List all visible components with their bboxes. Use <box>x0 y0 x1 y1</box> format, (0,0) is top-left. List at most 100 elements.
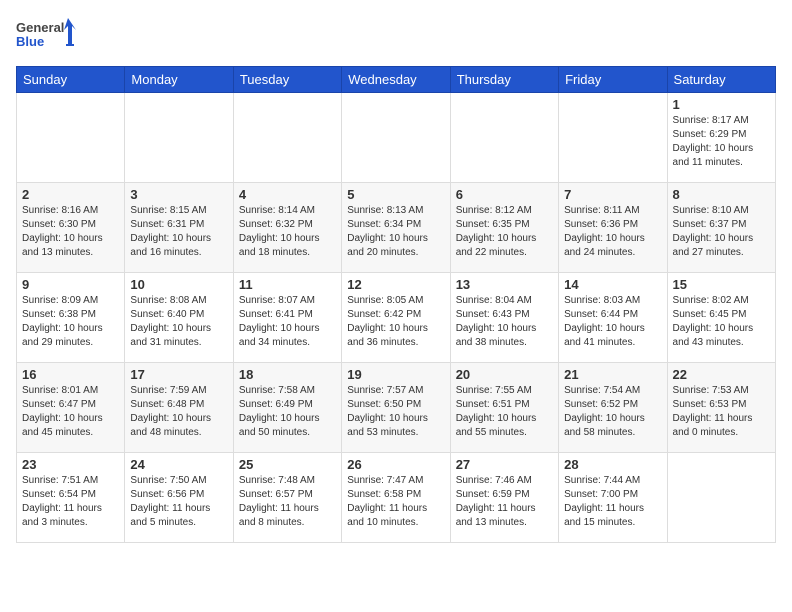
day-info: Sunrise: 7:48 AM Sunset: 6:57 PM Dayligh… <box>239 474 336 530</box>
day-info: Sunrise: 7:47 AM Sunset: 6:58 PM Dayligh… <box>347 474 444 530</box>
calendar-cell <box>17 93 125 183</box>
day-info: Sunrise: 8:17 AM Sunset: 6:29 PM Dayligh… <box>673 114 770 170</box>
calendar-cell: 3Sunrise: 8:15 AM Sunset: 6:31 PM Daylig… <box>125 183 233 273</box>
day-info: Sunrise: 8:14 AM Sunset: 6:32 PM Dayligh… <box>239 204 336 260</box>
day-number: 7 <box>564 187 661 202</box>
calendar-cell: 25 Sunrise: 7:48 AM Sunset: 6:57 PM Dayli… <box>233 453 341 543</box>
day-number: 27 <box>456 457 553 472</box>
day-number: 2 <box>22 187 119 202</box>
day-number: 14 <box>564 277 661 292</box>
day-header-wednesday: Wednesday <box>342 67 450 93</box>
day-info: Sunrise: 7:44 AM Sunset: 7:00 PM Dayligh… <box>564 474 661 530</box>
day-info: Sunrise: 8:07 AM Sunset: 6:41 PM Dayligh… <box>239 294 336 350</box>
day-info: Sunrise: 7:46 AM Sunset: 6:59 PM Dayligh… <box>456 474 553 530</box>
day-number: 1 <box>673 97 770 112</box>
day-info: Sunrise: 8:16 AM Sunset: 6:30 PM Dayligh… <box>22 204 119 260</box>
day-number: 17 <box>130 367 227 382</box>
calendar-cell: 28 Sunrise: 7:44 AM Sunset: 7:00 PM Dayli… <box>559 453 667 543</box>
calendar-cell: 7 Sunrise: 8:11 AM Sunset: 6:36 PM Daylig… <box>559 183 667 273</box>
day-info: Sunrise: 8:03 AM Sunset: 6:44 PM Dayligh… <box>564 294 661 350</box>
day-header-tuesday: Tuesday <box>233 67 341 93</box>
day-number: 22 <box>673 367 770 382</box>
day-info: Sunrise: 8:11 AM Sunset: 6:36 PM Dayligh… <box>564 204 661 260</box>
day-info: Sunrise: 8:01 AM Sunset: 6:47 PM Dayligh… <box>22 384 119 440</box>
day-number: 5 <box>347 187 444 202</box>
calendar-cell: 8Sunrise: 8:10 AM Sunset: 6:37 PM Daylig… <box>667 183 775 273</box>
logo: General Blue <box>16 16 76 58</box>
day-number: 26 <box>347 457 444 472</box>
calendar-week-row: 23 Sunrise: 7:51 AM Sunset: 6:54 PM Dayli… <box>17 453 776 543</box>
calendar-header-row: SundayMondayTuesdayWednesdayThursdayFrid… <box>17 67 776 93</box>
calendar-cell: 6 Sunrise: 8:12 AM Sunset: 6:35 PM Daylig… <box>450 183 558 273</box>
day-header-monday: Monday <box>125 67 233 93</box>
day-number: 25 <box>239 457 336 472</box>
day-info: Sunrise: 8:13 AM Sunset: 6:34 PM Dayligh… <box>347 204 444 260</box>
calendar-cell: 19 Sunrise: 7:57 AM Sunset: 6:50 PM Dayli… <box>342 363 450 453</box>
calendar-cell <box>125 93 233 183</box>
calendar-cell: 4Sunrise: 8:14 AM Sunset: 6:32 PM Daylig… <box>233 183 341 273</box>
day-info: Sunrise: 7:55 AM Sunset: 6:51 PM Dayligh… <box>456 384 553 440</box>
day-number: 28 <box>564 457 661 472</box>
day-header-saturday: Saturday <box>667 67 775 93</box>
calendar-cell: 26 Sunrise: 7:47 AM Sunset: 6:58 PM Dayli… <box>342 453 450 543</box>
day-number: 13 <box>456 277 553 292</box>
calendar-cell <box>450 93 558 183</box>
calendar-cell <box>233 93 341 183</box>
calendar-cell: 21 Sunrise: 7:54 AM Sunset: 6:52 PM Dayli… <box>559 363 667 453</box>
day-info: Sunrise: 7:54 AM Sunset: 6:52 PM Dayligh… <box>564 384 661 440</box>
day-info: Sunrise: 7:51 AM Sunset: 6:54 PM Dayligh… <box>22 474 119 530</box>
day-number: 12 <box>347 277 444 292</box>
calendar-cell: 24 Sunrise: 7:50 AM Sunset: 6:56 PM Dayli… <box>125 453 233 543</box>
day-number: 10 <box>130 277 227 292</box>
day-info: Sunrise: 8:02 AM Sunset: 6:45 PM Dayligh… <box>673 294 770 350</box>
calendar-week-row: 2 Sunrise: 8:16 AM Sunset: 6:30 PM Daylig… <box>17 183 776 273</box>
day-info: Sunrise: 8:08 AM Sunset: 6:40 PM Dayligh… <box>130 294 227 350</box>
calendar-cell: 9 Sunrise: 8:09 AM Sunset: 6:38 PM Daylig… <box>17 273 125 363</box>
day-number: 24 <box>130 457 227 472</box>
calendar-cell <box>559 93 667 183</box>
calendar-week-row: 1 Sunrise: 8:17 AM Sunset: 6:29 PM Daylig… <box>17 93 776 183</box>
calendar-cell: 23 Sunrise: 7:51 AM Sunset: 6:54 PM Dayli… <box>17 453 125 543</box>
calendar-cell: 18 Sunrise: 7:58 AM Sunset: 6:49 PM Dayli… <box>233 363 341 453</box>
day-number: 6 <box>456 187 553 202</box>
svg-text:Blue: Blue <box>16 34 44 49</box>
calendar-cell: 20Sunrise: 7:55 AM Sunset: 6:51 PM Dayli… <box>450 363 558 453</box>
day-info: Sunrise: 7:57 AM Sunset: 6:50 PM Dayligh… <box>347 384 444 440</box>
day-number: 21 <box>564 367 661 382</box>
day-info: Sunrise: 7:59 AM Sunset: 6:48 PM Dayligh… <box>130 384 227 440</box>
calendar-week-row: 9 Sunrise: 8:09 AM Sunset: 6:38 PM Daylig… <box>17 273 776 363</box>
day-number: 18 <box>239 367 336 382</box>
day-info: Sunrise: 7:50 AM Sunset: 6:56 PM Dayligh… <box>130 474 227 530</box>
day-info: Sunrise: 8:12 AM Sunset: 6:35 PM Dayligh… <box>456 204 553 260</box>
logo-icon: General Blue <box>16 16 76 58</box>
day-header-sunday: Sunday <box>17 67 125 93</box>
day-number: 16 <box>22 367 119 382</box>
calendar-cell: 5 Sunrise: 8:13 AM Sunset: 6:34 PM Daylig… <box>342 183 450 273</box>
calendar-cell: 14 Sunrise: 8:03 AM Sunset: 6:44 PM Dayli… <box>559 273 667 363</box>
day-header-thursday: Thursday <box>450 67 558 93</box>
page-header: General Blue <box>16 16 776 58</box>
day-info: Sunrise: 7:53 AM Sunset: 6:53 PM Dayligh… <box>673 384 770 440</box>
calendar-cell: 11 Sunrise: 8:07 AM Sunset: 6:41 PM Dayli… <box>233 273 341 363</box>
calendar-cell: 12 Sunrise: 8:05 AM Sunset: 6:42 PM Dayli… <box>342 273 450 363</box>
calendar-cell: 17 Sunrise: 7:59 AM Sunset: 6:48 PM Dayli… <box>125 363 233 453</box>
calendar-cell: 22 Sunrise: 7:53 AM Sunset: 6:53 PM Dayli… <box>667 363 775 453</box>
calendar-cell: 13Sunrise: 8:04 AM Sunset: 6:43 PM Dayli… <box>450 273 558 363</box>
calendar-table: SundayMondayTuesdayWednesdayThursdayFrid… <box>16 66 776 543</box>
calendar-cell: 27 Sunrise: 7:46 AM Sunset: 6:59 PM Dayli… <box>450 453 558 543</box>
calendar-week-row: 16 Sunrise: 8:01 AM Sunset: 6:47 PM Dayli… <box>17 363 776 453</box>
day-info: Sunrise: 7:58 AM Sunset: 6:49 PM Dayligh… <box>239 384 336 440</box>
calendar-cell: 16 Sunrise: 8:01 AM Sunset: 6:47 PM Dayli… <box>17 363 125 453</box>
day-number: 11 <box>239 277 336 292</box>
day-number: 19 <box>347 367 444 382</box>
day-header-friday: Friday <box>559 67 667 93</box>
day-number: 23 <box>22 457 119 472</box>
day-info: Sunrise: 8:05 AM Sunset: 6:42 PM Dayligh… <box>347 294 444 350</box>
day-number: 15 <box>673 277 770 292</box>
calendar-cell: 10 Sunrise: 8:08 AM Sunset: 6:40 PM Dayli… <box>125 273 233 363</box>
day-info: Sunrise: 8:15 AM Sunset: 6:31 PM Dayligh… <box>130 204 227 260</box>
day-number: 9 <box>22 277 119 292</box>
day-info: Sunrise: 8:09 AM Sunset: 6:38 PM Dayligh… <box>22 294 119 350</box>
day-number: 8 <box>673 187 770 202</box>
svg-text:General: General <box>16 20 64 35</box>
